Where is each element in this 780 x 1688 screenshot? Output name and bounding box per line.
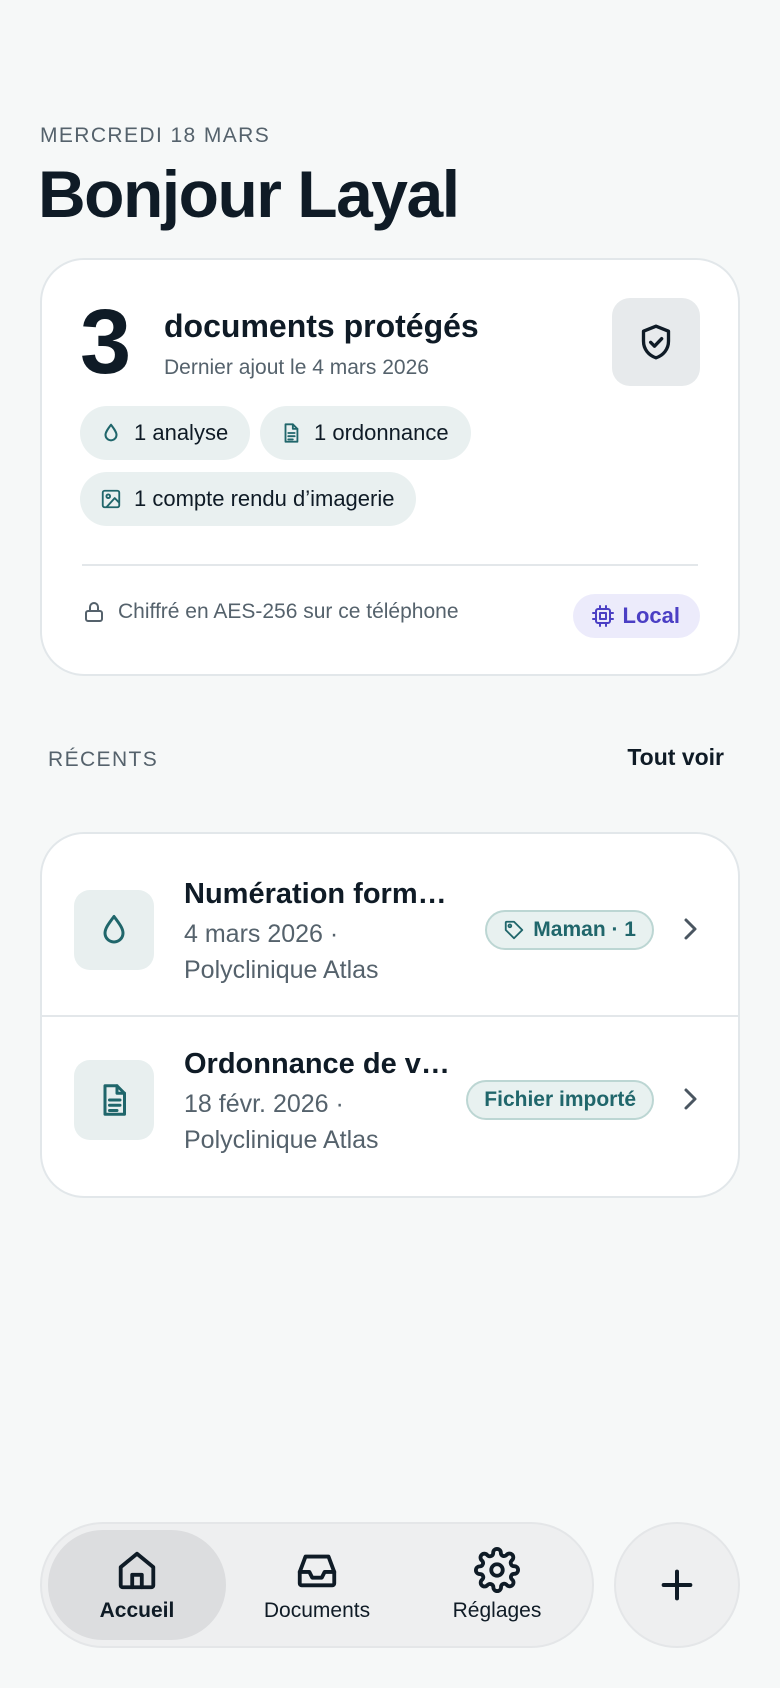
summary-subtitle: Dernier ajout le 4 mars 2026 (164, 356, 429, 379)
see-all-link[interactable]: Tout voir (627, 744, 724, 771)
tab-reglages[interactable]: Réglages (408, 1530, 586, 1640)
chip-label: 1 compte rendu d’imagerie (134, 486, 395, 511)
recent-documents-list: Numération formule sanguine 4 mars 2026 … (40, 832, 740, 1198)
inbox-icon (297, 1554, 337, 1588)
tab-label: Documents (263, 1599, 371, 1622)
document-date: 4 mars 2026 · (184, 920, 339, 948)
local-storage-badge: Local (572, 594, 700, 638)
plus-icon (661, 1569, 693, 1601)
security-button[interactable] (612, 298, 700, 386)
encryption-info: Chiffré en AES-256 sur ce téléphone (82, 600, 459, 624)
documents-summary-card[interactable]: 3 documents protégés Dernier ajout le 4 … (40, 258, 740, 676)
document-place: Polyclinique Atlas (184, 1126, 379, 1154)
tag-label: Fichier importé (484, 1088, 636, 1111)
list-item[interactable]: Ordonnance de ville 18 févr. 2026 · Poly… (42, 1018, 738, 1188)
tab-accueil[interactable]: Accueil (48, 1530, 226, 1640)
tab-documents[interactable]: Documents (228, 1530, 406, 1640)
image-icon (101, 489, 121, 509)
chevron-right-icon (684, 1088, 697, 1110)
document-title: Ordonnance de ville (184, 1048, 454, 1080)
local-badge-label: Local (622, 603, 680, 628)
document-type-icon-box (74, 890, 154, 970)
encryption-text: Chiffré en AES-256 sur ce téléphone (118, 600, 459, 623)
tab-label: Réglages (452, 1599, 542, 1622)
add-document-button[interactable] (614, 1522, 740, 1648)
shield-check-icon (641, 324, 671, 360)
summary-title: documents protégés (164, 308, 479, 344)
family-tag: Maman · 1 (485, 910, 654, 950)
chip-analyse[interactable]: 1 analyse (80, 406, 251, 460)
chip-imagerie[interactable]: 1 compte rendu d’imagerie (80, 472, 417, 526)
chip-label: 1 analyse (134, 420, 229, 445)
document-icon (103, 1084, 126, 1116)
page-title: Bonjour Layal (38, 157, 460, 231)
chevron-right-icon (684, 918, 697, 940)
chip-label: 1 ordonnance (314, 420, 449, 445)
chip-icon (591, 605, 614, 627)
droplet-icon (104, 423, 118, 442)
document-type-icon-box (74, 1060, 154, 1140)
tab-label: Accueil (99, 1599, 175, 1622)
lock-icon (85, 602, 103, 622)
document-place: Polyclinique Atlas (184, 956, 379, 984)
document-title: Numération formule sanguine (184, 878, 454, 910)
droplet-icon (103, 915, 125, 944)
documents-count: 3 (80, 291, 132, 393)
document-date: 18 févr. 2026 · (184, 1090, 344, 1118)
list-item[interactable]: Numération formule sanguine 4 mars 2026 … (42, 834, 738, 1004)
bottom-tab-bar: Accueil Documents Réglages (40, 1522, 594, 1648)
document-icon (284, 423, 299, 443)
gear-icon (474, 1547, 520, 1593)
current-date: MERCREDI 18 MARS (40, 124, 271, 147)
chip-ordonnance[interactable]: 1 ordonnance (260, 406, 471, 460)
tag-label: Maman · 1 (533, 918, 636, 941)
tag-icon (505, 920, 524, 940)
recents-section-label: RÉCENTS (48, 748, 159, 771)
divider (42, 1015, 738, 1017)
home-icon (118, 1551, 156, 1590)
imported-file-tag: Fichier importé (466, 1080, 654, 1120)
divider (82, 564, 698, 566)
